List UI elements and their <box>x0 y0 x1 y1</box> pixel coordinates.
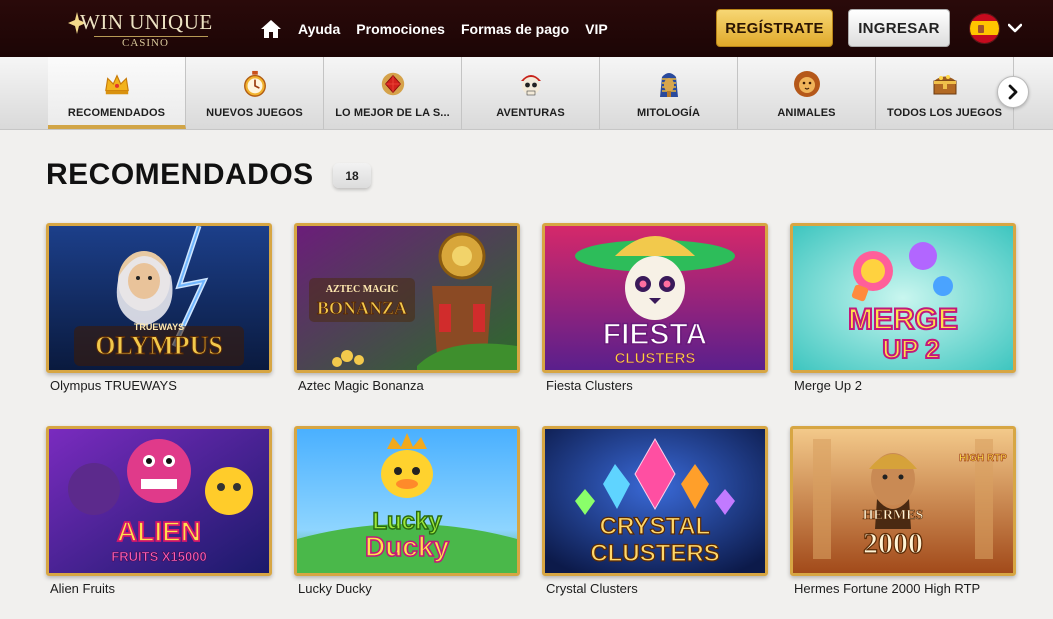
olympus-art: OLYMPUS TRUEWAYS <box>49 226 269 370</box>
language-selector[interactable] <box>969 12 1029 44</box>
game-title[interactable]: Aztec Magic Bonanza <box>298 378 508 393</box>
game-thumbnail[interactable]: Lucky Ducky <box>294 426 520 576</box>
login-button[interactable]: INGRESAR <box>848 9 950 47</box>
logo-name: WIN UNIQUE <box>80 10 213 34</box>
tab-nuevos-juegos[interactable]: NUEVOS JUEGOS <box>186 57 324 129</box>
tab-lo-mejor-de-la-semana[interactable]: LO MEJOR DE LA S... <box>324 57 462 129</box>
treasure-chest-icon <box>930 69 960 99</box>
tab-label: MITOLOGÍA <box>636 107 701 119</box>
game-title[interactable]: Olympus TRUEWAYS <box>50 378 260 393</box>
game-thumbnail[interactable]: OLYMPUS TRUEWAYS <box>46 223 272 373</box>
art-title: MERGE <box>848 303 958 336</box>
spain-flag-icon <box>969 12 1000 44</box>
crown-icon <box>102 69 132 99</box>
game-thumbnail[interactable]: ALIEN FRUITS X15000 <box>46 426 272 576</box>
tab-label: ANIMALES <box>777 107 836 119</box>
category-tabs: RECOMENDADOS NUEVOS JUEGOS LO MEJOR DE L… <box>48 57 1014 129</box>
tab-label: NUEVOS JUEGOS <box>206 107 303 119</box>
category-next-button[interactable] <box>997 76 1029 108</box>
game-card-hermes-fortune-2000[interactable]: HERMES 2000 HIGH RTP Hermes Fortune 2000… <box>790 426 1016 596</box>
logo-subtitle: CASINO <box>122 37 169 49</box>
alien-fruits-art: ALIEN FRUITS X15000 <box>49 429 269 573</box>
game-title[interactable]: Hermes Fortune 2000 High RTP <box>794 581 1004 596</box>
nav-link-formas-de-pago[interactable]: Formas de pago <box>461 21 569 37</box>
tab-mitologia[interactable]: MITOLOGÍA <box>600 57 738 129</box>
game-card-lucky-ducky[interactable]: Lucky Ducky Lucky Ducky <box>294 426 520 596</box>
game-title[interactable]: Merge Up 2 <box>794 378 1004 393</box>
tab-label: TODOS LOS JUEGOS <box>886 107 1003 119</box>
game-card-aztec-magic-bonanza[interactable]: AZTEC MAGIC BONANZA Aztec Magic Bonanza <box>294 223 520 393</box>
crystal-clusters-art: CRYSTAL CLUSTERS <box>545 429 765 573</box>
nav-link-promociones[interactable]: Promociones <box>356 21 445 37</box>
register-button[interactable]: REGÍSTRATE <box>716 9 833 47</box>
section-title: RECOMENDADOS <box>46 158 314 191</box>
fiesta-art: FIESTA CLUSTERS <box>545 226 765 370</box>
art-subtitle: HERMES <box>863 508 924 523</box>
tab-label: LO MEJOR DE LA S... <box>335 107 450 119</box>
tab-label: AVENTURAS <box>496 107 565 119</box>
lucky-ducky-art: Lucky Ducky <box>297 429 517 573</box>
art-subtitle: Ducky <box>365 531 449 562</box>
tab-label: RECOMENDADOS <box>67 107 166 119</box>
merge-up-art: MERGE UP 2 <box>793 226 1013 370</box>
home-icon[interactable] <box>260 19 282 39</box>
game-title[interactable]: Crystal Clusters <box>546 581 756 596</box>
aztec-art: AZTEC MAGIC BONANZA <box>297 226 517 370</box>
chevron-right-icon <box>1008 84 1018 100</box>
art-title: ALIEN <box>117 516 201 547</box>
game-title[interactable]: Lucky Ducky <box>298 581 508 596</box>
gem-icon <box>378 69 408 99</box>
pirate-skull-icon <box>516 69 546 99</box>
art-subtitle: CLUSTERS <box>615 350 696 367</box>
game-card-fiesta-clusters[interactable]: FIESTA CLUSTERS Fiesta Clusters <box>542 223 768 393</box>
game-thumbnail[interactable]: CRYSTAL CLUSTERS <box>542 426 768 576</box>
art-subtitle: AZTEC MAGIC <box>326 284 399 295</box>
hermes-art: HERMES 2000 HIGH RTP <box>793 429 1013 573</box>
nav-link-vip[interactable]: VIP <box>585 21 608 37</box>
category-bar: RECOMENDADOS NUEVOS JUEGOS LO MEJOR DE L… <box>0 57 1053 130</box>
main-nav: Ayuda Promociones Formas de pago VIP <box>260 0 608 57</box>
game-thumbnail[interactable]: AZTEC MAGIC BONANZA <box>294 223 520 373</box>
top-header: WIN UNIQUE CASINO Ayuda Promociones Form… <box>0 0 1053 57</box>
game-thumbnail[interactable]: MERGE UP 2 <box>790 223 1016 373</box>
game-thumbnail[interactable]: HERMES 2000 HIGH RTP <box>790 426 1016 576</box>
game-card-alien-fruits[interactable]: ALIEN FRUITS X15000 Alien Fruits <box>46 426 272 596</box>
art-subtitle: UP 2 <box>882 334 939 364</box>
tab-aventuras[interactable]: AVENTURAS <box>462 57 600 129</box>
game-card-crystal-clusters[interactable]: CRYSTAL CLUSTERS Crystal Clusters <box>542 426 768 596</box>
art-title: BONANZA <box>317 298 407 318</box>
pharaoh-icon <box>654 69 684 99</box>
art-title: OLYMPUS <box>95 331 223 360</box>
art-subtitle: TRUEWAYS <box>134 322 184 332</box>
art-title: FIESTA <box>603 318 707 351</box>
chevron-down-icon <box>1008 23 1022 33</box>
lion-icon <box>792 69 822 99</box>
art-title: 2000 <box>863 527 923 560</box>
game-card-merge-up-2[interactable]: MERGE UP 2 Merge Up 2 <box>790 223 1016 393</box>
nav-link-ayuda[interactable]: Ayuda <box>298 21 340 37</box>
game-count-badge: 18 <box>333 163 371 188</box>
stopwatch-icon <box>240 69 270 99</box>
game-card-olympus[interactable]: OLYMPUS TRUEWAYS Olympus TRUEWAYS <box>46 223 272 393</box>
game-title[interactable]: Fiesta Clusters <box>546 378 756 393</box>
art-subtitle: FRUITS X15000 <box>111 549 206 564</box>
tab-recomendados[interactable]: RECOMENDADOS <box>48 57 186 129</box>
game-title[interactable]: Alien Fruits <box>50 581 260 596</box>
art-subtitle: CLUSTERS <box>590 540 719 567</box>
tab-todos-los-juegos[interactable]: TODOS LOS JUEGOS <box>876 57 1014 129</box>
game-thumbnail[interactable]: FIESTA CLUSTERS <box>542 223 768 373</box>
art-title: CRYSTAL <box>600 513 711 540</box>
tab-animales[interactable]: ANIMALES <box>738 57 876 129</box>
site-logo[interactable]: WIN UNIQUE CASINO <box>66 6 216 52</box>
high-rtp-badge: HIGH RTP <box>959 453 1007 464</box>
